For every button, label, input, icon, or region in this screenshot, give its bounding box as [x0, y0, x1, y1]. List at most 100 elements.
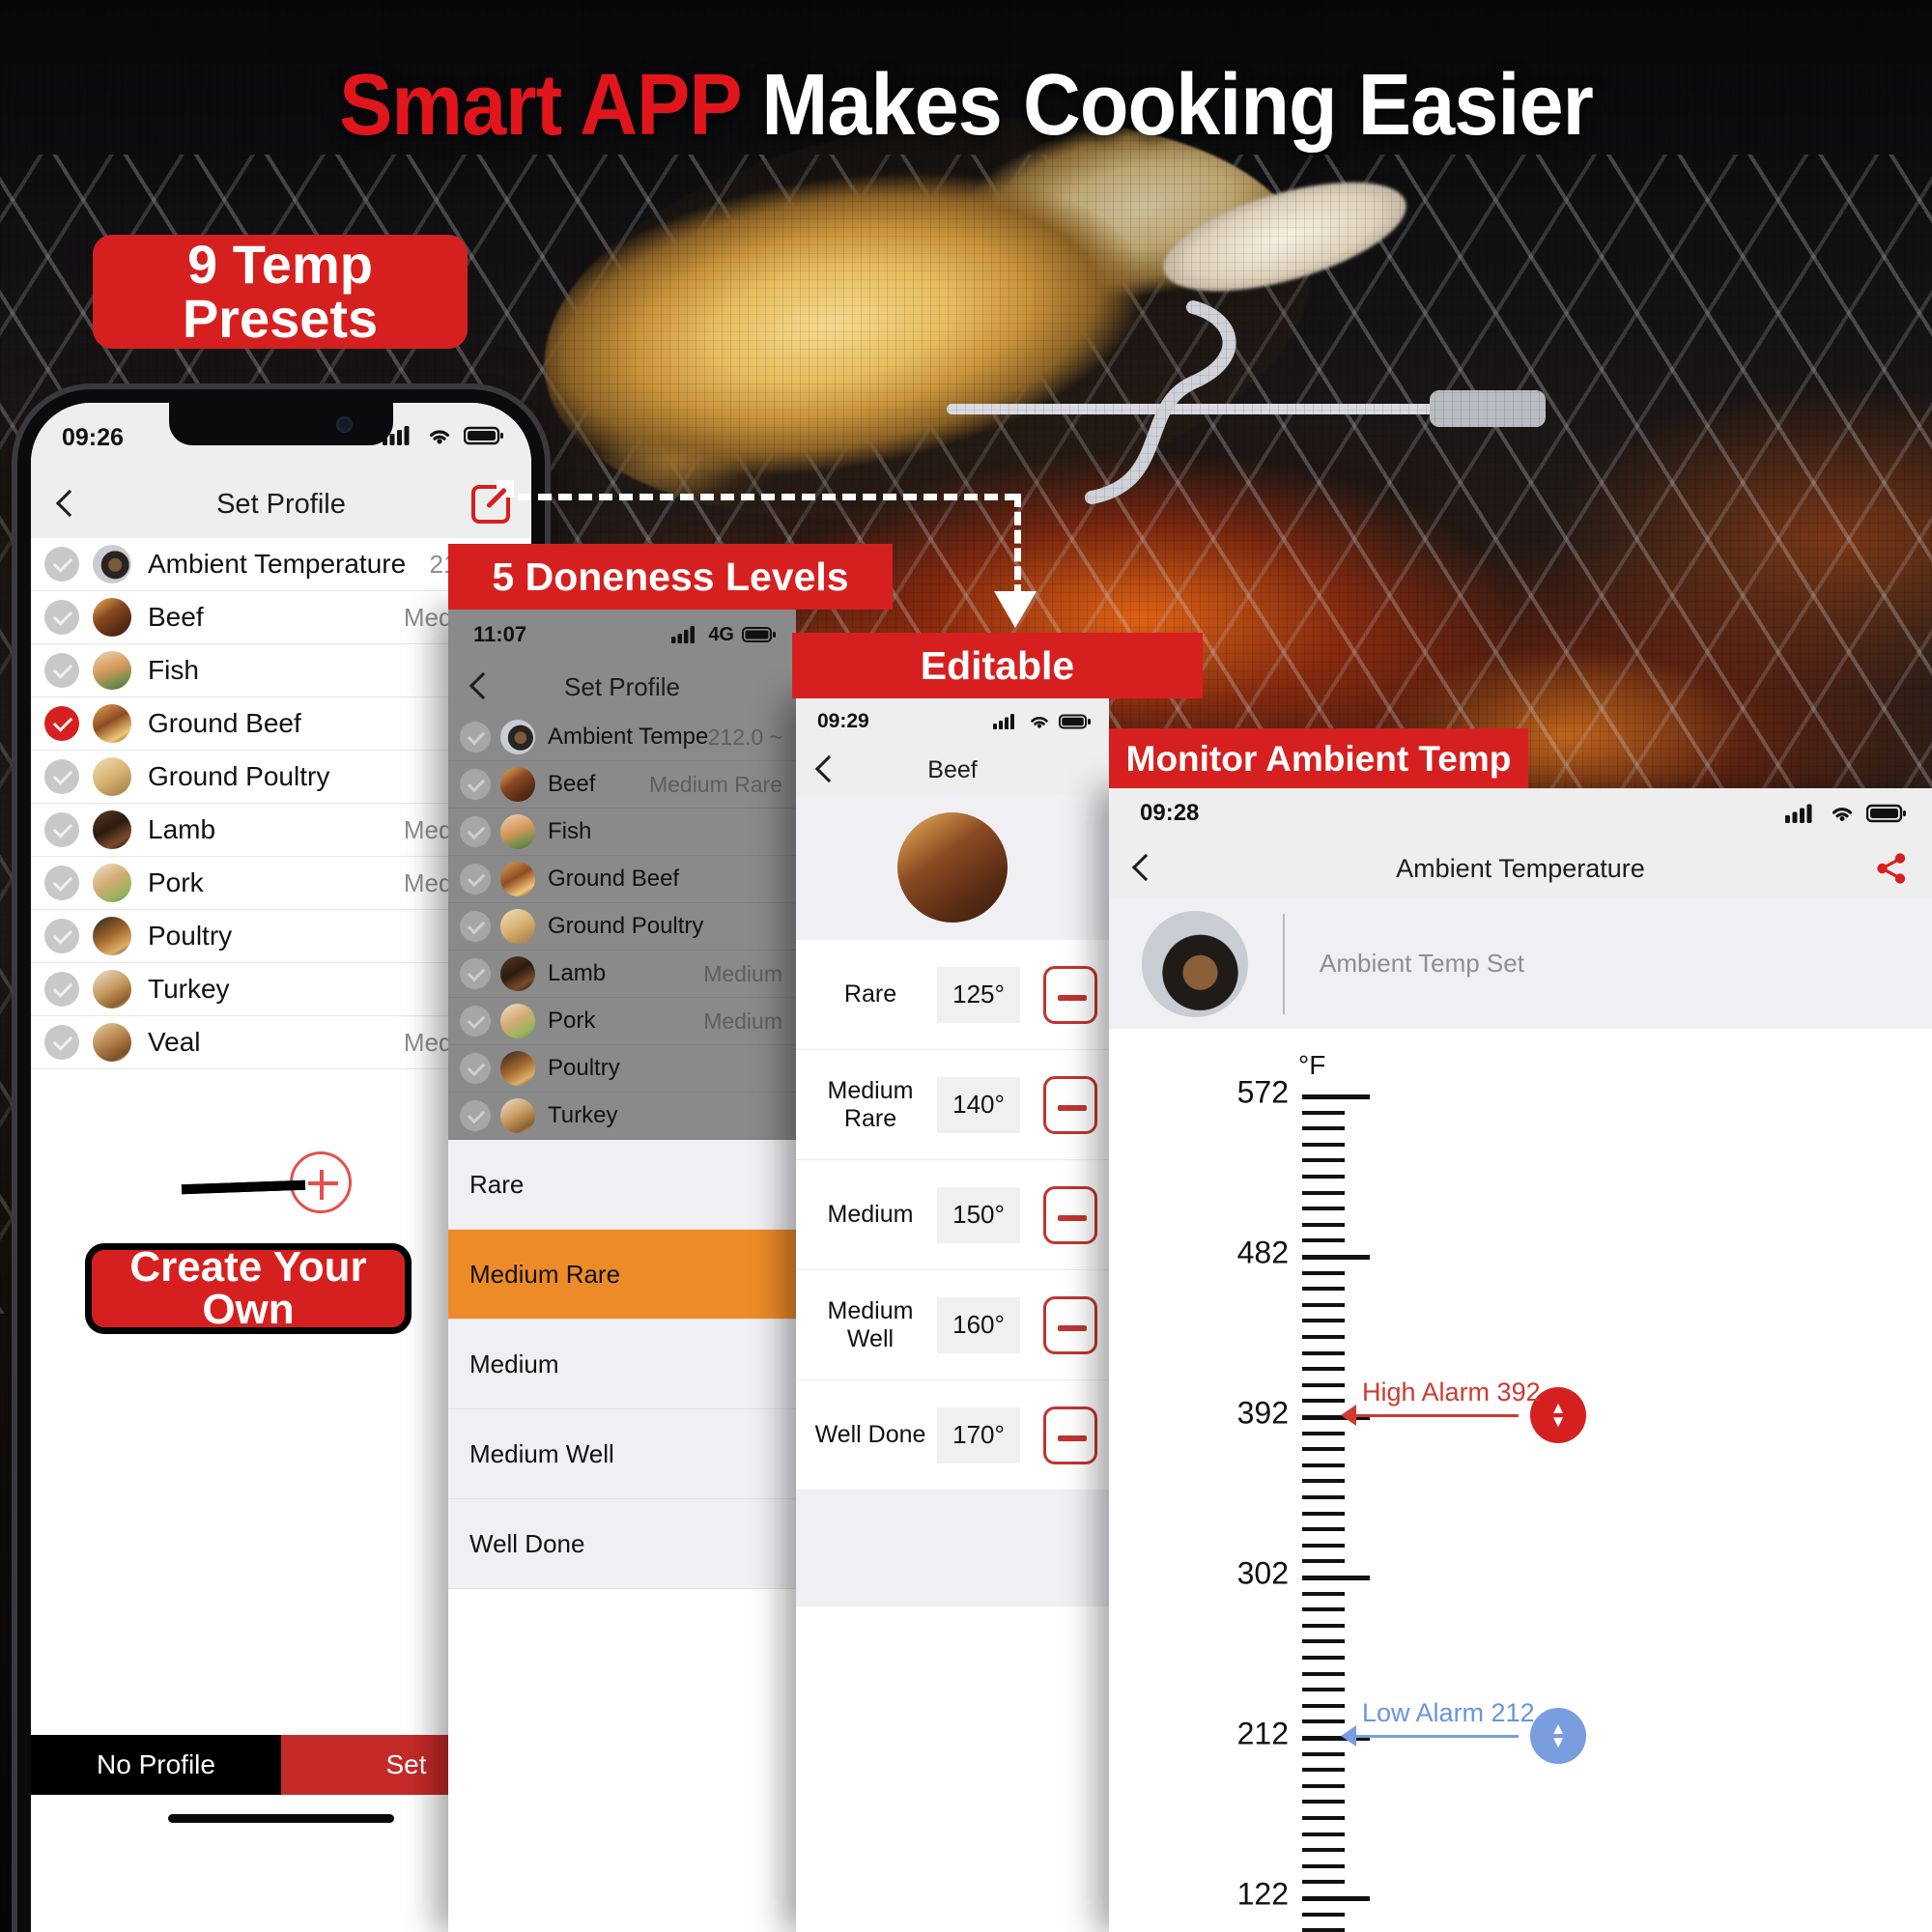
leader-line-dashed-vertical	[1014, 494, 1021, 598]
food-thumbnail	[93, 917, 131, 955]
doneness-option-selected[interactable]: Medium Rare	[448, 1230, 796, 1320]
doneness-label: Medium	[827, 1201, 914, 1228]
table-row: Well Done 170°	[796, 1380, 1109, 1491]
list-item[interactable]: Pork Medium	[448, 998, 796, 1045]
gauge-tick-label: 572	[1236, 1074, 1289, 1110]
temperature-input[interactable]: 125°	[937, 966, 1020, 1023]
arrow-head-icon	[994, 591, 1037, 628]
no-profile-button[interactable]: No Profile	[31, 1735, 281, 1795]
list-item[interactable]: Ground Poultry	[448, 903, 796, 951]
grill-thumbnail	[1142, 910, 1248, 1017]
nav-title: Set Profile	[216, 488, 346, 520]
gauge-tick-minor	[1302, 1688, 1345, 1692]
gauge-tick-minor	[1302, 1190, 1345, 1195]
checkmark-icon-selected[interactable]	[460, 769, 491, 800]
list-item-label: Ground Beef	[548, 866, 680, 892]
food-profile-list: Ambient Temperature 212.0 ~ Beef Medium …	[448, 714, 796, 1140]
navigation-bar: Set Profile	[448, 660, 796, 714]
gauge-tick-minor	[1302, 1559, 1345, 1564]
checkmark-icon[interactable]	[460, 722, 491, 753]
gauge-tick-minor	[1302, 1928, 1345, 1932]
doneness-option-list: Rare Medium Rare Medium Medium Well Well…	[448, 1140, 796, 1589]
back-chevron-icon[interactable]	[52, 490, 81, 519]
list-item[interactable]: Turkey	[448, 1093, 796, 1140]
checkmark-icon[interactable]	[44, 600, 79, 635]
front-camera-icon	[336, 416, 353, 433]
list-item[interactable]: Beef Medium Rare	[448, 761, 796, 809]
checkmark-icon[interactable]	[460, 1100, 491, 1131]
navigation-bar: Set Profile	[31, 470, 531, 538]
food-thumbnail	[897, 812, 1008, 923]
list-item-label: Poultry	[548, 1055, 620, 1081]
doneness-option[interactable]: Medium	[448, 1320, 796, 1409]
temperature-gauge: °F 572 482 392 302 212 122 High Alarm 392 ▲ ▼…	[1109, 1029, 1932, 1932]
checkmark-icon[interactable]	[44, 759, 79, 794]
ambient-temp-set-placeholder[interactable]: Ambient Temp Set	[1320, 949, 1524, 979]
checkmark-icon[interactable]	[44, 972, 79, 1007]
list-item[interactable]: Ambient Temperature 212.0 ~	[448, 714, 796, 761]
minus-icon[interactable]	[1043, 965, 1097, 1024]
back-chevron-icon[interactable]	[811, 755, 840, 784]
checkmark-icon[interactable]	[460, 1006, 491, 1037]
list-item[interactable]: Lamb Medium	[448, 951, 796, 998]
checkmark-icon-selected[interactable]	[44, 706, 79, 741]
temperature-input[interactable]: 150°	[937, 1186, 1020, 1243]
share-icon[interactable]	[1874, 851, 1909, 886]
back-chevron-icon[interactable]	[466, 672, 495, 701]
checkmark-icon[interactable]	[460, 1053, 491, 1084]
gauge-tick-minor	[1302, 1703, 1345, 1708]
checkmark-icon[interactable]	[44, 919, 79, 953]
temperature-input[interactable]: 140°	[937, 1076, 1020, 1133]
gauge-tick-minor	[1302, 1319, 1345, 1323]
list-item-label: Turkey	[548, 1102, 618, 1128]
list-item[interactable]: Ground Beef	[448, 856, 796, 903]
food-thumbnail	[500, 909, 535, 944]
checkmark-icon[interactable]	[44, 866, 79, 900]
list-item-label: Beef	[148, 602, 204, 632]
gauge-tick-minor	[1302, 1367, 1345, 1372]
table-row: Medium Well 160°	[796, 1270, 1109, 1380]
checkmark-icon[interactable]	[460, 816, 491, 847]
checkmark-icon[interactable]	[460, 864, 491, 895]
leader-line	[1356, 1413, 1519, 1417]
minus-icon[interactable]	[1043, 1185, 1097, 1244]
doneness-option[interactable]: Well Done	[448, 1499, 796, 1589]
checkmark-icon[interactable]	[460, 958, 491, 989]
table-row: Rare 125°	[796, 940, 1109, 1050]
gauge-tick-minor	[1302, 1863, 1345, 1868]
network-label: 4G	[708, 623, 734, 645]
list-item[interactable]: Poultry	[448, 1045, 796, 1093]
minus-icon[interactable]	[1043, 1406, 1097, 1464]
food-thumbnail	[93, 651, 131, 690]
temperature-setting-list: Rare 125° Medium Rare 140° Medium 150° M…	[796, 940, 1109, 1491]
beef-hero-image	[796, 795, 1109, 940]
checkmark-icon[interactable]	[44, 653, 79, 688]
doneness-option[interactable]: Rare	[448, 1140, 796, 1230]
minus-icon[interactable]	[1043, 1075, 1097, 1134]
temperature-input[interactable]: 170°	[937, 1406, 1020, 1463]
checkmark-icon[interactable]	[44, 1025, 79, 1060]
doneness-label: Medium Rare	[827, 1076, 914, 1132]
gauge-tick-label: 212	[1236, 1716, 1289, 1751]
doneness-option[interactable]: Medium Well	[448, 1409, 796, 1499]
temperature-input[interactable]: 160°	[937, 1296, 1020, 1353]
checkmark-icon[interactable]	[44, 547, 79, 582]
nav-title: Beef	[927, 755, 978, 783]
status-bar: 11:07 4G	[448, 610, 796, 660]
headline-rest: Makes Cooking Easier	[761, 57, 1593, 154]
table-row: Medium 150°	[796, 1160, 1109, 1270]
list-item-value: Medium	[703, 1008, 782, 1034]
list-footer	[796, 1491, 1109, 1606]
minus-icon[interactable]	[1043, 1295, 1097, 1354]
chevron-down-icon: ▼	[1549, 1733, 1567, 1751]
list-item-label: Veal	[148, 1027, 201, 1057]
gauge-tick-major: 572	[1237, 1075, 1370, 1110]
list-item[interactable]: Fish	[448, 809, 796, 856]
checkmark-icon[interactable]	[44, 812, 79, 847]
gauge-tick-minor	[1302, 1350, 1345, 1355]
edit-icon[interactable]	[471, 480, 514, 524]
checkmark-icon[interactable]	[460, 911, 491, 942]
food-thumbnail	[500, 1098, 535, 1133]
back-chevron-icon[interactable]	[1128, 854, 1157, 883]
low-alarm-stepper[interactable]: ▲ ▼	[1530, 1708, 1586, 1764]
